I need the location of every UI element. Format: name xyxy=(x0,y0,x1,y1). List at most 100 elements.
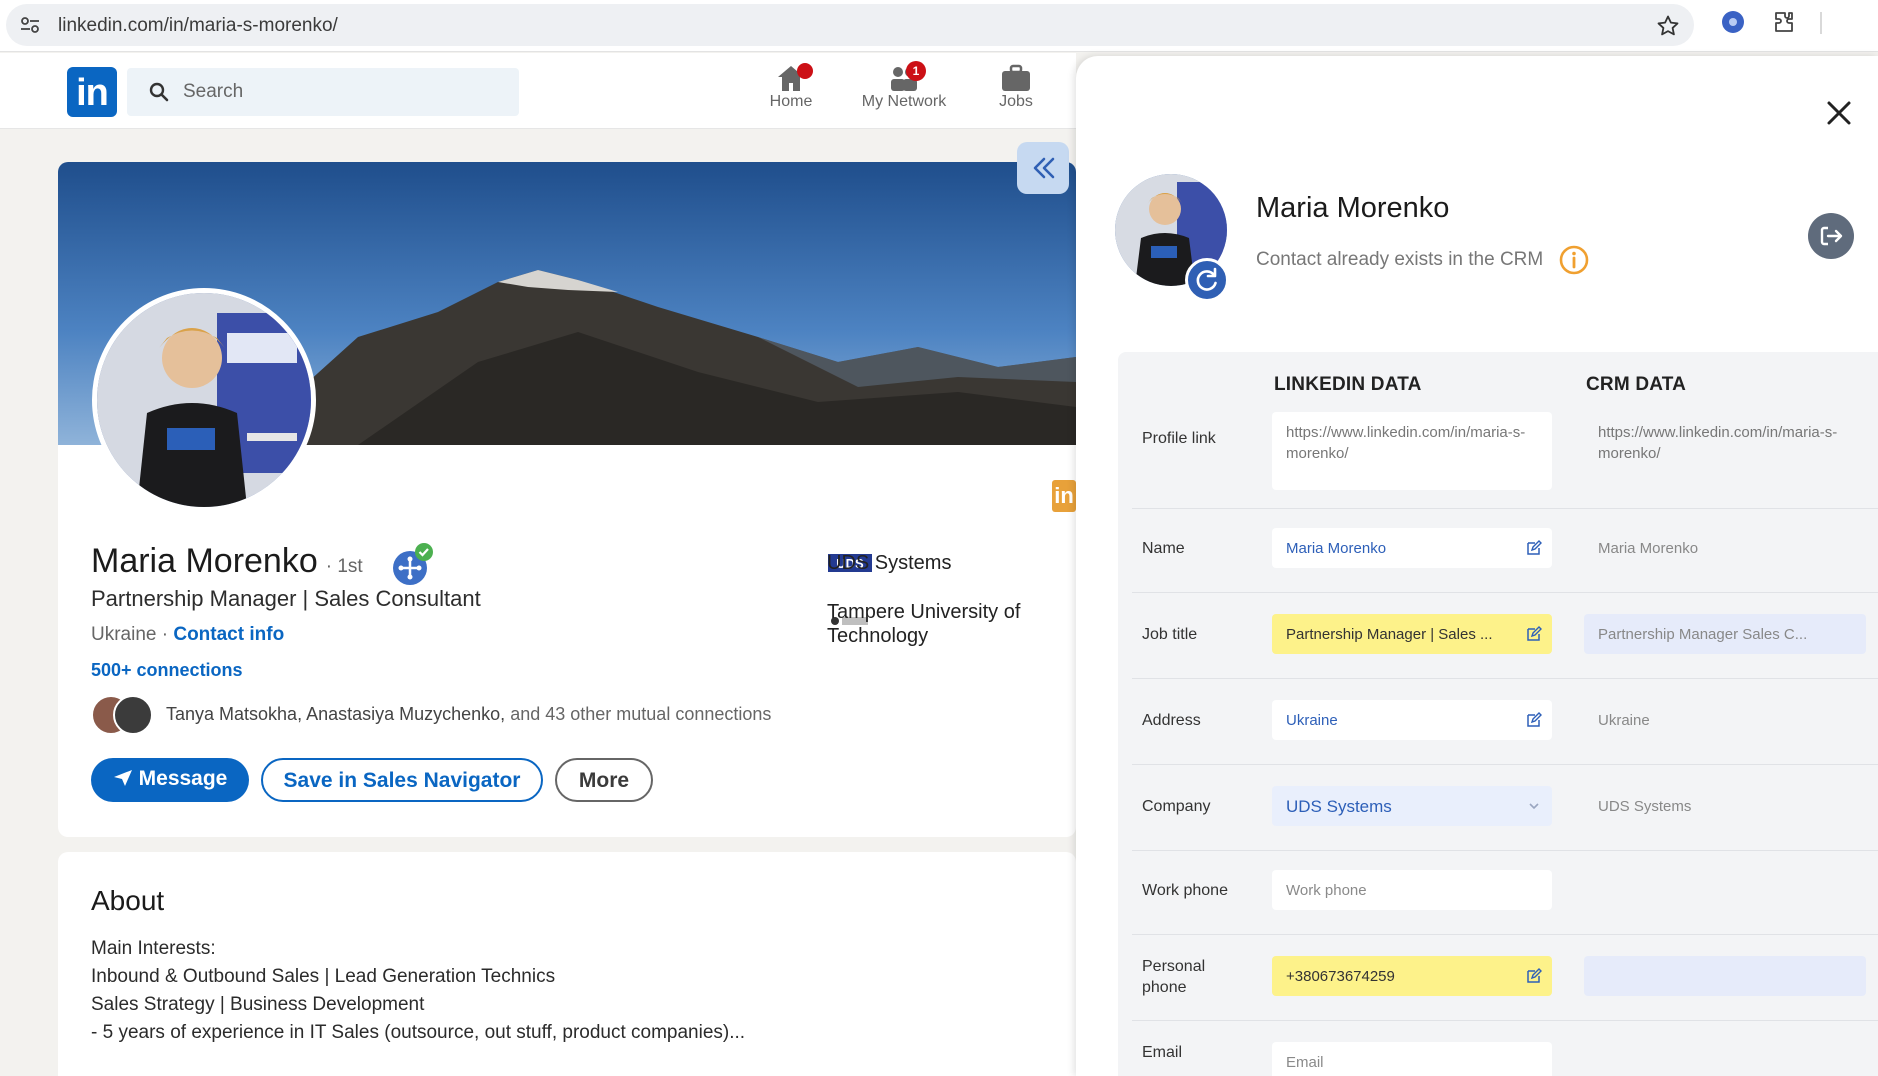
send-icon xyxy=(113,770,132,786)
more-button[interactable]: More xyxy=(555,758,653,802)
linkedin-name-field[interactable]: Maria Morenko xyxy=(1272,528,1552,568)
network-badge: 1 xyxy=(906,61,926,81)
row-label-job-title: Job title xyxy=(1142,626,1198,643)
row-divider xyxy=(1132,678,1878,679)
double-chevron-left-icon xyxy=(1033,157,1055,179)
crm-company-value: UDS Systems xyxy=(1598,798,1692,815)
save-sales-navigator-button[interactable]: Save in Sales Navigator xyxy=(261,758,543,802)
profile-headline: Partnership Manager | Sales Consultant xyxy=(91,586,481,611)
search-input[interactable]: Search xyxy=(127,68,519,116)
email-input[interactable]: Email xyxy=(1272,1042,1552,1076)
address-bar[interactable]: linkedin.com/in/maria-s-morenko/ xyxy=(6,4,1694,46)
about-line: Inbound & Outbound Sales | Lead Generati… xyxy=(91,966,556,987)
crm-extension-icon[interactable] xyxy=(1722,11,1744,33)
linkedin-company-select[interactable]: UDS Systems xyxy=(1272,786,1552,826)
about-section: About Main Interests: Inbound & Outbound… xyxy=(58,852,1076,1076)
edit-icon[interactable] xyxy=(1526,968,1542,984)
about-line: - 5 years of experience in IT Sales (out… xyxy=(91,1022,746,1043)
linkedin-profile-link-field[interactable]: https://www.linkedin.com/in/maria-s-more… xyxy=(1272,412,1552,490)
work-phone-input[interactable]: Work phone xyxy=(1272,870,1552,910)
profile-card: Maria Morenko · 1st Partnership Manager |… xyxy=(58,162,1076,837)
nav-jobs-label: Jobs xyxy=(999,93,1033,110)
linkedin-data-header: LINKEDIN DATA xyxy=(1274,374,1422,395)
profile-name: Maria Morenko · 1st xyxy=(91,542,363,581)
crm-profile-link-value: https://www.linkedin.com/in/maria-s-more… xyxy=(1598,424,1838,462)
linkedin-address-field[interactable]: Ukraine xyxy=(1272,700,1552,740)
logout-icon xyxy=(1820,226,1843,246)
refresh-sync-button[interactable] xyxy=(1185,258,1229,302)
nav-jobs[interactable]: Jobs xyxy=(994,63,1038,125)
site-settings-icon[interactable] xyxy=(20,16,40,34)
row-divider xyxy=(1132,592,1878,593)
nav-my-network[interactable]: 1 My Network xyxy=(856,61,952,125)
linkedin-side-tag[interactable]: in xyxy=(1052,480,1076,512)
row-label-personal-phone: Personal phone xyxy=(1142,958,1206,996)
open-in-crm-button[interactable] xyxy=(1808,213,1854,259)
linkedin-job-title-value: Partnership Manager | Sales ... xyxy=(1286,626,1493,643)
row-divider xyxy=(1132,934,1878,935)
edit-icon[interactable] xyxy=(1526,540,1542,556)
row-divider xyxy=(1132,850,1878,851)
close-icon[interactable] xyxy=(1824,98,1854,128)
refresh-icon xyxy=(1196,267,1217,291)
crm-data-header: CRM DATA xyxy=(1586,374,1687,395)
bookmark-star-icon[interactable] xyxy=(1656,14,1680,38)
row-label-address: Address xyxy=(1142,712,1201,729)
url-text[interactable]: linkedin.com/in/maria-s-morenko/ xyxy=(58,15,338,37)
collapse-panel-button[interactable] xyxy=(1017,142,1069,194)
crm-panel: Maria Morenko Contact already exists in … xyxy=(1076,56,1878,1076)
experience-company[interactable]: UDS Systems xyxy=(827,552,951,575)
location-text: Ukraine · xyxy=(91,624,169,645)
about-title: About xyxy=(91,885,165,916)
message-button[interactable]: Message xyxy=(91,758,249,802)
about-line: Main Interests: xyxy=(91,938,216,959)
mutual-connections-text: Tanya Matsokha, Anastasiya Muzychenko, a… xyxy=(166,704,771,725)
edit-icon[interactable] xyxy=(1526,712,1542,728)
mutual-rest: and 43 other mutual connections xyxy=(510,704,772,724)
mutual-names: Tanya Matsokha, Anastasiya Muzychenko, xyxy=(166,704,506,724)
profile-photo[interactable] xyxy=(92,288,316,512)
crm-contact-name: Maria Morenko xyxy=(1256,192,1450,224)
linkedin-name-value: Maria Morenko xyxy=(1286,540,1387,557)
contact-info-link[interactable]: Contact info xyxy=(173,624,284,645)
connection-degree: · 1st xyxy=(325,556,363,577)
crm-comparison-table: LINKEDIN DATA CRM DATA Profile link http… xyxy=(1118,352,1878,1076)
crm-synced-badge-icon[interactable] xyxy=(390,542,434,586)
linkedin-address-value: Ukraine xyxy=(1286,712,1338,729)
linkedin-personal-phone-value: +380673674259 xyxy=(1286,968,1395,985)
crm-name-value: Maria Morenko xyxy=(1598,540,1699,557)
edit-icon[interactable] xyxy=(1526,626,1542,642)
row-divider xyxy=(1132,764,1878,765)
connections-link[interactable]: 500+ connections xyxy=(91,660,243,681)
search-placeholder: Search xyxy=(183,81,244,102)
row-label-email: Email xyxy=(1142,1044,1183,1061)
info-icon[interactable] xyxy=(1558,244,1590,276)
chevron-down-icon xyxy=(1529,803,1539,810)
row-label-company: Company xyxy=(1142,798,1211,815)
profile-name-text: Maria Morenko xyxy=(91,542,318,580)
profile-location: Ukraine · Contact info xyxy=(91,624,284,646)
message-button-label: Message xyxy=(138,767,228,790)
row-label-work-phone: Work phone xyxy=(1142,882,1228,899)
crm-personal-phone-value xyxy=(1584,956,1866,996)
crm-status-text: Contact already exists in the CRM xyxy=(1256,249,1544,270)
search-icon xyxy=(149,82,169,102)
row-label-name: Name xyxy=(1142,540,1185,557)
linkedin-personal-phone-field[interactable]: +380673674259 xyxy=(1272,956,1552,996)
extensions-puzzle-icon[interactable] xyxy=(1772,10,1796,34)
linkedin-job-title-field[interactable]: Partnership Manager | Sales ... xyxy=(1272,614,1552,654)
nav-home[interactable]: Home xyxy=(765,63,817,125)
mutual-avatars xyxy=(91,695,155,735)
linkedin-logo[interactable]: in xyxy=(67,67,117,117)
nav-my-network-label: My Network xyxy=(861,93,947,110)
row-divider xyxy=(1132,508,1878,509)
profile-photo-image xyxy=(97,293,311,507)
nav-home-label: Home xyxy=(769,93,813,110)
linkedin-header: in Search Home 1 My Network Jobs xyxy=(0,53,1076,129)
experience-education[interactable]: Tampere University of Technology xyxy=(827,600,1076,648)
row-label-profile-link: Profile link xyxy=(1142,430,1216,447)
about-line: Sales Strategy | Business Development xyxy=(91,994,425,1015)
toolbar-divider xyxy=(1820,12,1822,34)
home-notification-dot xyxy=(797,63,813,79)
linkedin-company-value: UDS Systems xyxy=(1286,797,1392,816)
